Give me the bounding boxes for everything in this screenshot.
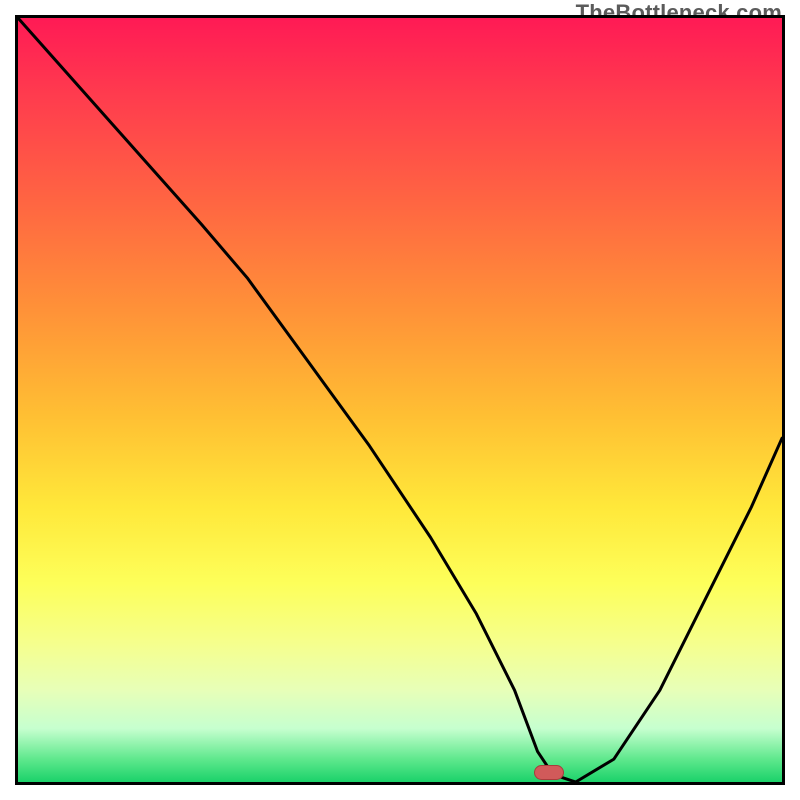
bottleneck-curve — [18, 18, 782, 782]
chart-area — [15, 15, 785, 785]
optimal-point-marker — [534, 765, 564, 780]
